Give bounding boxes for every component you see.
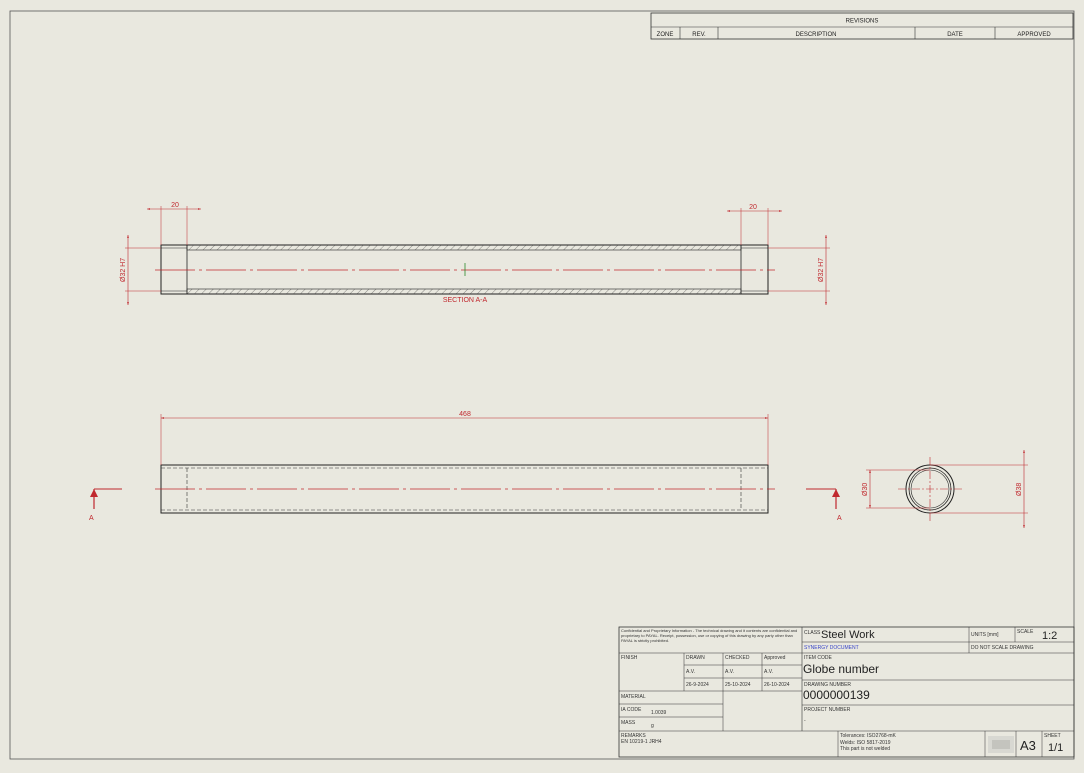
checked-date: 25-10-2024 [725,682,751,688]
rev-col-description: DESCRIPTION [795,32,836,38]
scale-value: 1:2 [1042,630,1057,642]
rev-col-date: DATE [947,32,963,38]
rev-col-approved: APPROVED [1017,32,1051,38]
mass-label: MASS [621,720,636,726]
material-label: MATERIAL [621,694,646,700]
tolerances-note: Tolerances: ISO2768-mK [840,733,897,739]
approved-label: Approved [764,655,786,661]
marker-a-left: A [89,515,94,522]
dim-left-20: 20 [171,202,179,209]
company-logo [988,736,1014,753]
synergy-document: SYNERGY DOCUMENT [804,645,859,651]
section-label: SECTION A-A [443,297,488,304]
section-hatch-bottom [186,288,742,295]
drawn-date: 26-9-2024 [686,682,709,688]
checked-label: CHECKED [725,655,750,661]
section-arrow-left-icon [90,489,98,497]
units-label: UNITS [mm] [971,632,999,638]
class-label: CLASS [804,630,821,636]
project-number-value: - [804,718,806,724]
approved-date: 26-10-2024 [764,682,790,688]
no-scale-note: DO NOT SCALE DRAWING [971,645,1034,651]
finish-label: FINISH [621,655,638,661]
remarks-value: EN 10219-1 JRH4 [621,739,662,745]
dim-bore-right: Ø32 H7 [818,258,825,282]
item-code-value: Globe number [803,662,879,676]
project-number-label: PROJECT NUMBER [804,707,851,713]
drawn-by: A.V. [686,669,695,675]
drawing-canvas: REVISIONS ZONE REV. DESCRIPTION DATE APP… [9,10,1075,760]
item-code-label: ITEM CODE [804,655,832,661]
sheet-size: A3 [1020,738,1036,753]
revisions-table: REVISIONS ZONE REV. DESCRIPTION DATE APP… [650,12,1074,40]
dim-inner-dia: Ø30 [862,483,869,496]
confidential-notice: Confidential and Proprietary Information… [621,628,798,643]
mass-value: g [651,723,654,729]
dim-right-20: 20 [749,204,757,211]
revisions-title: REVISIONS [846,19,879,25]
marker-a-right: A [837,515,842,522]
sheet-border [9,10,1075,760]
sheet-label: SHEET [1044,733,1061,739]
drawing-sheet: REVISIONS ZONE REV. DESCRIPTION DATE APP… [0,0,1084,768]
section-hatch-top [186,244,742,251]
section-view: 20 20 Ø32 H7 Ø32 H7 SECTION A-A [120,202,830,305]
end-view: Ø30 Ø38 [862,450,1028,528]
rev-col-rev: REV. [692,32,706,38]
title-block: Confidential and Proprietary Information… [618,626,1075,758]
scale-label: SCALE [1017,629,1034,635]
approved-by: A.V. [764,669,773,675]
drawn-label: DRAWN [686,655,705,661]
rev-col-zone: ZONE [657,32,674,38]
front-view: 468 A A [89,411,842,522]
checked-by: A.V. [725,669,734,675]
dim-length-468: 468 [459,411,471,418]
drawing-number-value: 0000000139 [803,688,870,702]
ia-code-label: IA CODE [621,707,642,713]
dim-outer-dia: Ø38 [1016,483,1023,496]
sheet-value: 1/1 [1048,742,1063,754]
weld-note: This part is not welded [840,746,890,752]
dim-bore-left: Ø32 H7 [120,258,127,282]
section-arrow-right-icon [832,489,840,497]
class-value: Steel Work [821,629,875,641]
ia-code-value: 1.0039 [651,710,667,716]
